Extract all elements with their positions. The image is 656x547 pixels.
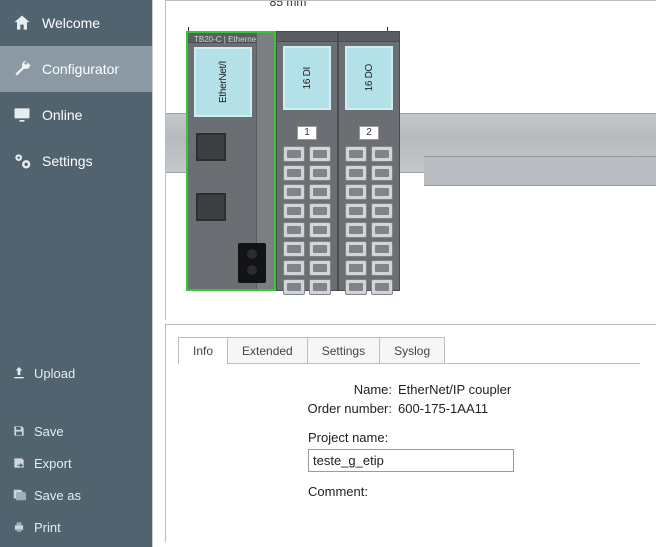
terminal-block [283, 146, 331, 284]
nav-item-welcome[interactable]: Welcome [0, 0, 152, 46]
module-type-label: 16 DO [364, 64, 375, 91]
nav-label: Welcome [42, 15, 100, 31]
nav-actions: Upload Save Export Save as Print [0, 351, 152, 547]
ethernet-port-icon [196, 193, 226, 221]
nav-label: Online [42, 107, 82, 123]
print-icon [10, 520, 28, 534]
action-label: Save as [34, 488, 81, 503]
action-label: Upload [34, 366, 75, 381]
nav-item-configurator[interactable]: Configurator [0, 46, 152, 92]
action-save[interactable]: Save [0, 415, 152, 447]
action-label: Save [34, 424, 64, 439]
action-label: Print [34, 520, 61, 535]
module-rack: TB20-C | Ethernet/IP EtherNet/I 16 DI 1 [186, 31, 400, 291]
module-slot-1[interactable]: 16 DI 1 [276, 31, 338, 291]
tab-label: Extended [242, 344, 293, 358]
slot-number: 2 [359, 126, 379, 140]
ethernet-port-icon [196, 133, 226, 161]
monitor-icon [10, 105, 34, 125]
din-rail [424, 156, 656, 186]
action-upload[interactable]: Upload [0, 351, 152, 395]
device-canvas[interactable]: 85 mm TB20-C | Ethernet/IP EtherNet/I [165, 0, 656, 320]
home-icon [10, 13, 34, 33]
tab-label: Settings [322, 344, 365, 358]
export-icon [10, 456, 28, 470]
module-type-label: 16 DI [302, 67, 313, 89]
module-type-label: EtherNet/I [218, 61, 229, 103]
module-slot-2[interactable]: 16 DO 2 [338, 31, 400, 291]
tab-content-info: Name: EtherNet/IP coupler Order number: … [178, 364, 640, 499]
detail-panel: Info Extended Settings Syslog Name: Ethe… [165, 324, 656, 542]
tab-bar: Info Extended Settings Syslog [178, 337, 640, 364]
action-save-as[interactable]: Save as [0, 479, 152, 511]
nav-label: Configurator [42, 61, 119, 77]
gears-icon [10, 151, 34, 171]
sidebar: Welcome Configurator Online Settings [0, 0, 152, 547]
info-name-value: EtherNet/IP coupler [398, 382, 511, 397]
tab-extended[interactable]: Extended [227, 337, 308, 364]
nav-item-settings[interactable]: Settings [0, 138, 152, 184]
info-order-value: 600-175-1AA11 [398, 401, 488, 416]
project-name-label: Project name: [308, 430, 640, 445]
nav-primary: Welcome Configurator Online Settings [0, 0, 152, 184]
action-print[interactable]: Print [0, 511, 152, 543]
tab-label: Info [193, 344, 213, 358]
tab-settings[interactable]: Settings [307, 337, 380, 364]
comment-label: Comment: [308, 484, 640, 499]
nav-label: Settings [42, 153, 93, 169]
save-icon [10, 424, 28, 438]
project-name-input[interactable] [308, 449, 514, 472]
module-coupler[interactable]: TB20-C | Ethernet/IP EtherNet/I [186, 31, 276, 291]
tab-label: Syslog [394, 344, 430, 358]
upload-icon [10, 365, 28, 381]
action-export[interactable]: Export [0, 447, 152, 479]
nav-item-online[interactable]: Online [0, 92, 152, 138]
tab-info[interactable]: Info [178, 337, 228, 364]
main-panel: 85 mm TB20-C | Ethernet/IP EtherNet/I [152, 0, 656, 547]
save-as-icon [10, 488, 28, 502]
terminal-block [345, 146, 393, 284]
info-name-label: Name: [178, 382, 398, 397]
wrench-icon [10, 59, 34, 79]
tab-syslog[interactable]: Syslog [379, 337, 445, 364]
info-order-label: Order number: [178, 401, 398, 416]
power-connector-icon [238, 243, 266, 283]
dimension-label: 85 mm [266, 0, 311, 9]
slot-number: 1 [297, 126, 317, 140]
action-label: Export [34, 456, 72, 471]
